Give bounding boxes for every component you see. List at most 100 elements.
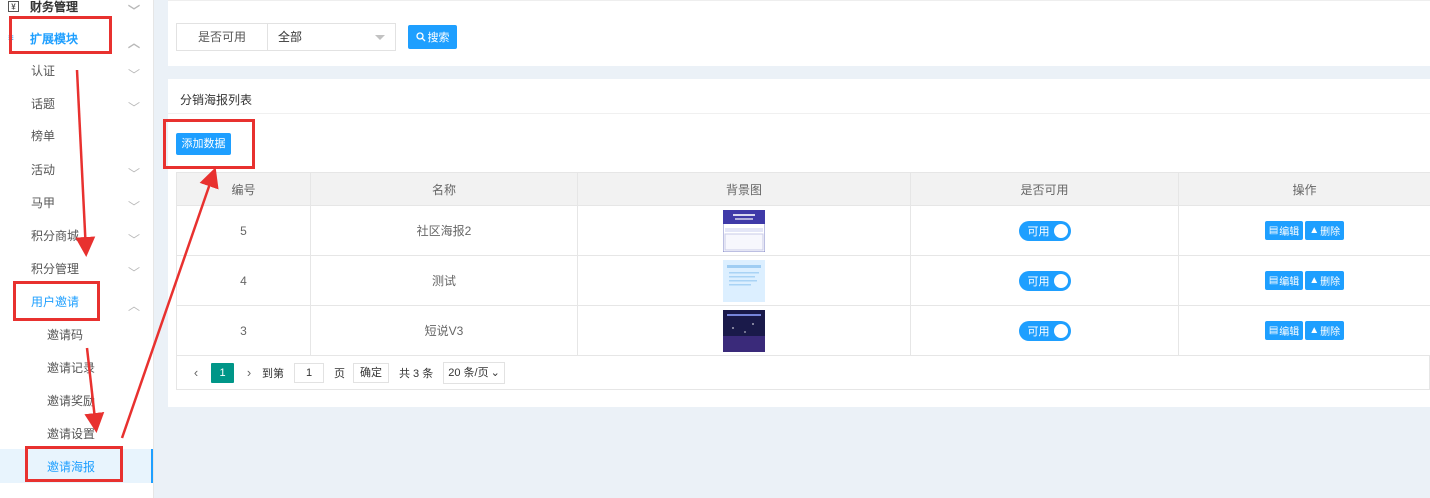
edit-button[interactable]: ▤ 编辑	[1264, 321, 1304, 340]
edit-button[interactable]: ▤ 编辑	[1264, 221, 1304, 240]
sidebar-subitem-invite-record[interactable]: 邀请记录	[0, 350, 153, 384]
delete-label: 删除	[1320, 327, 1341, 338]
availability-toggle[interactable]: 可用	[1018, 320, 1071, 341]
prev-page-icon[interactable]: ‹	[187, 365, 205, 380]
sidebar-subitem-invite-code[interactable]: 邀请码	[0, 317, 153, 351]
edit-label: 编辑	[1279, 277, 1300, 288]
toggle-knob	[1053, 323, 1068, 338]
sidebar-item-label: 榜单	[31, 128, 56, 143]
availability-toggle[interactable]: 可用	[1018, 270, 1071, 291]
delete-button[interactable]: ▲ 删除	[1305, 321, 1345, 340]
sidebar-item-label: 活动	[31, 162, 56, 177]
svg-text:¥: ¥	[11, 3, 16, 12]
edit-label: 编辑	[1279, 227, 1300, 238]
table-row: 4 测试 可用 ▤ 编辑 ▲ 删除	[176, 255, 1430, 306]
sidebar: ¥ 财务管理 ﹀ ≡ 扩展模块 ︿ 认证 ﹀ 话题 ﹀ 榜单 活动 ﹀ 马甲 ﹀…	[0, 0, 154, 498]
poster-thumbnail[interactable]	[723, 209, 765, 252]
toggle-label: 可用	[1027, 225, 1050, 238]
delete-button[interactable]: ▲ 删除	[1305, 271, 1345, 290]
cell-actions: ▤ 编辑 ▲ 删除	[1178, 205, 1430, 256]
chevron-down-icon: ﹀	[128, 233, 141, 247]
column-header: 编号	[176, 172, 311, 206]
page-unit-label: 页	[334, 367, 345, 380]
sidebar-item-auth[interactable]: 认证 ﹀	[0, 53, 153, 87]
table-header-row: 编号 名称 背景图 是否可用 操作	[176, 172, 1430, 206]
search-button[interactable]: 搜索	[408, 25, 457, 49]
edit-icon: ▤	[1268, 325, 1279, 336]
delete-button[interactable]: ▲ 删除	[1305, 221, 1345, 240]
sidebar-item-label: 积分商城	[31, 228, 80, 243]
toggle-knob	[1053, 223, 1068, 238]
availability-select[interactable]: 全部	[268, 24, 395, 50]
sidebar-item-points-manage[interactable]: 积分管理 ﹀	[0, 251, 153, 285]
chevron-down-icon: ⌄	[490, 366, 500, 379]
next-page-icon[interactable]: ›	[240, 365, 258, 380]
page-size-value: 20 条/页	[448, 366, 489, 379]
cell-id: 4	[176, 255, 311, 306]
table-row: 3 短说V3 可用 ▤ 编辑 ▲ 删除	[176, 305, 1430, 356]
cell-actions: ▤ 编辑 ▲ 删除	[1178, 305, 1430, 356]
sidebar-subitem-invite-settings[interactable]: 邀请设置	[0, 416, 153, 450]
sidebar-item-label: 邀请奖励	[47, 393, 96, 408]
goto-label: 到第	[262, 367, 284, 380]
cell-status: 可用	[910, 255, 1179, 306]
sidebar-item-label: 积分管理	[31, 261, 80, 276]
cell-background	[577, 305, 911, 356]
warning-icon: ▲	[1309, 275, 1320, 286]
search-button-label: 搜索	[427, 32, 450, 44]
cell-name: 测试	[310, 255, 578, 306]
chevron-down-icon: ﹀	[128, 200, 141, 214]
availability-filter[interactable]: 是否可用 全部	[176, 23, 396, 51]
poster-table: 编号 名称 背景图 是否可用 操作 5 社区海报2 可用 ▤ 编辑 ▲ 删除 4…	[176, 172, 1430, 356]
chevron-up-icon: ︿	[128, 299, 141, 313]
column-header: 是否可用	[910, 172, 1179, 206]
availability-toggle[interactable]: 可用	[1018, 220, 1071, 241]
confirm-button[interactable]: 确定	[353, 362, 389, 383]
table-row: 5 社区海报2 可用 ▤ 编辑 ▲ 删除	[176, 205, 1430, 256]
chevron-down-icon: ﹀	[128, 101, 141, 115]
sidebar-item-points-mall[interactable]: 积分商城 ﹀	[0, 218, 153, 252]
current-page[interactable]: 1	[211, 362, 234, 383]
sidebar-item-label: 马甲	[31, 195, 56, 210]
column-header: 操作	[1178, 172, 1430, 206]
poster-thumbnail[interactable]	[723, 309, 765, 352]
chevron-up-icon: ︿	[128, 36, 141, 50]
sidebar-item-activity[interactable]: 活动 ﹀	[0, 152, 153, 186]
delete-label: 删除	[1320, 277, 1341, 288]
annotation-box	[25, 446, 123, 482]
pagination: ‹ 1 › 到第 1 页 确定 共 3 条 20 条/页 ⌄	[176, 356, 1430, 390]
sidebar-subitem-invite-reward[interactable]: 邀请奖励	[0, 383, 153, 417]
chevron-down-icon: ﹀	[128, 266, 141, 280]
toggle-label: 可用	[1027, 275, 1050, 288]
sidebar-item-label: 认证	[31, 63, 56, 78]
edit-label: 编辑	[1279, 327, 1300, 338]
cell-id: 3	[176, 305, 311, 356]
filter-label: 是否可用	[177, 24, 268, 50]
list-title: 分销海报列表	[180, 93, 253, 107]
total-count: 共 3 条	[399, 367, 434, 380]
caret-down-icon	[375, 35, 385, 40]
cell-name: 社区海报2	[310, 205, 578, 256]
page-size-select[interactable]: 20 条/页 ⌄	[443, 361, 505, 384]
column-header: 名称	[310, 172, 578, 206]
finance-icon: ¥	[8, 1, 19, 12]
cell-status: 可用	[910, 205, 1179, 256]
edit-button[interactable]: ▤ 编辑	[1264, 271, 1304, 290]
edit-icon: ▤	[1268, 275, 1279, 286]
poster-thumbnail[interactable]	[723, 259, 765, 302]
toggle-label: 可用	[1027, 325, 1050, 338]
sidebar-item-vest[interactable]: 马甲 ﹀	[0, 185, 153, 219]
sidebar-item-label: 邀请码	[47, 327, 84, 342]
cell-background	[577, 205, 911, 256]
page-input[interactable]: 1	[294, 362, 324, 383]
search-icon	[415, 32, 425, 42]
cell-name: 短说V3	[310, 305, 578, 356]
column-header: 背景图	[577, 172, 911, 206]
select-value: 全部	[278, 30, 303, 44]
sidebar-item-topic[interactable]: 话题 ﹀	[0, 86, 153, 120]
sidebar-item-ranking[interactable]: 榜单	[0, 118, 153, 152]
toggle-knob	[1053, 273, 1068, 288]
edit-icon: ▤	[1268, 225, 1279, 236]
sidebar-item-label: 邀请设置	[47, 426, 96, 441]
annotation-box	[13, 281, 100, 321]
